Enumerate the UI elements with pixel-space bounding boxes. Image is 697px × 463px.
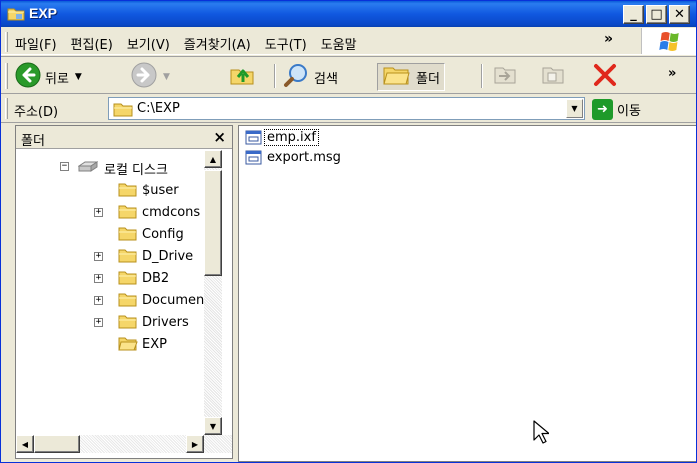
folder-icon — [113, 102, 133, 120]
toolbar-grip[interactable] — [5, 63, 8, 89]
folders-icon — [382, 63, 412, 91]
toolbar-separator — [274, 64, 276, 88]
up-folder-icon — [229, 62, 257, 92]
folder-tree: − 로컬 디스크 $user + cmdcons Config + D_Driv… — [16, 150, 204, 436]
file-name: export.msg — [267, 150, 341, 165]
menu-file[interactable]: 파일(F) — [15, 34, 57, 53]
folders-label: 폴더 — [416, 71, 440, 87]
drive-icon — [77, 158, 99, 178]
address-grip[interactable] — [5, 98, 8, 119]
folder-icon — [118, 182, 137, 201]
mouse-cursor-icon — [533, 420, 550, 447]
menu-bar: 파일(F) 편집(E) 보기(V) 즐겨찾기(A) 도구(T) 도움말 » — [1, 28, 696, 55]
close-button[interactable]: ✕ — [669, 5, 690, 24]
explorer-window: EXP _ □ ✕ 파일(F) 편집(E) 보기(V) 즐겨찾기(A) 도구(T… — [0, 0, 697, 463]
address-bar: 주소(D) C:\EXP ▼ ➜ 이동 — [1, 94, 696, 123]
close-icon[interactable]: × — [213, 128, 226, 146]
copy-to-icon — [539, 62, 567, 92]
minimize-icon: _ — [630, 7, 637, 22]
expand-icon[interactable]: + — [94, 296, 103, 305]
maximize-icon: □ — [650, 7, 663, 22]
move-to-icon — [491, 62, 519, 92]
maximize-button[interactable]: □ — [646, 5, 667, 24]
copy-to-button[interactable] — [539, 63, 567, 91]
menu-favorites[interactable]: 즐겨찾기(A) — [184, 34, 251, 53]
tree-item-label: EXP — [142, 337, 167, 352]
menu-edit[interactable]: 편집(E) — [71, 34, 113, 53]
folders-pane-header: 폴더 × — [16, 126, 232, 149]
tree-item-label: cmdcons — [142, 205, 201, 220]
window-title: EXP — [29, 5, 58, 21]
search-label: 검색 — [314, 71, 338, 87]
folder-icon — [118, 248, 137, 267]
file-list[interactable]: emp.ixf export.msg — [238, 125, 696, 462]
file-item-export-msg[interactable]: export.msg — [245, 148, 343, 167]
go-label: 이동 — [617, 103, 641, 119]
forward-dropdown-icon[interactable]: ▼ — [163, 72, 170, 82]
menu-tools[interactable]: 도구(T) — [265, 34, 307, 53]
search-button[interactable]: 검색 — [283, 63, 338, 91]
go-button[interactable]: ➜ 이동 — [592, 98, 641, 120]
scroll-right-button[interactable]: ▶ — [186, 435, 204, 453]
tree-item-label: Drivers — [142, 315, 189, 330]
file-icon — [245, 130, 262, 145]
folder-icon — [118, 204, 137, 223]
address-dropdown-icon[interactable]: ▼ — [566, 99, 583, 118]
folder-icon — [118, 314, 137, 333]
menu-help[interactable]: 도움말 — [321, 34, 357, 53]
folders-pane-title: 폴더 — [21, 134, 45, 149]
tree-item-label: 로컬 디스크 — [104, 163, 168, 178]
address-path: C:\EXP — [137, 101, 180, 116]
scroll-up-button[interactable]: ▲ — [204, 150, 222, 168]
tree-item-label: D_Drive — [142, 249, 194, 264]
file-name: emp.ixf — [264, 129, 319, 146]
standard-toolbar: 뒤로 ▼ ▼ 검색 폴더 » — [1, 56, 696, 94]
title-bar[interactable]: EXP _ □ ✕ — [1, 1, 696, 27]
tree-item-label: Config — [142, 227, 184, 242]
folder-icon — [118, 226, 137, 245]
move-to-button[interactable] — [491, 63, 519, 91]
forward-button[interactable]: ▼ — [131, 62, 170, 92]
horizontal-scroll-thumb[interactable] — [34, 435, 80, 453]
expand-icon[interactable]: + — [94, 208, 103, 217]
tree-item-label: $user — [142, 183, 179, 198]
address-input[interactable]: C:\EXP ▼ — [108, 97, 585, 120]
close-icon: ✕ — [674, 7, 685, 22]
delete-x-icon — [591, 62, 619, 92]
up-folder-button[interactable] — [229, 63, 257, 91]
folder-icon — [118, 292, 137, 311]
file-item-emp-ixf[interactable]: emp.ixf — [245, 128, 319, 147]
folder-icon — [7, 6, 25, 21]
folders-button[interactable]: 폴더 — [377, 63, 445, 91]
address-label: 주소(D) — [14, 105, 59, 120]
tree-item-label: Documents — [142, 293, 204, 308]
delete-button[interactable] — [591, 63, 619, 91]
vertical-scroll-thumb[interactable] — [204, 170, 222, 276]
file-icon — [245, 150, 262, 165]
collapse-icon[interactable]: − — [60, 162, 69, 171]
back-arrow-icon — [15, 62, 41, 92]
menu-grip[interactable] — [5, 32, 8, 52]
scroll-left-button[interactable]: ◀ — [16, 435, 34, 453]
folder-icon — [118, 270, 137, 289]
expand-icon[interactable]: + — [94, 318, 103, 327]
back-dropdown-icon[interactable]: ▼ — [75, 72, 82, 82]
go-arrow-icon: ➜ — [592, 98, 613, 120]
forward-arrow-icon — [131, 62, 157, 92]
menu-view[interactable]: 보기(V) — [127, 34, 170, 53]
windows-logo — [641, 28, 696, 54]
back-button[interactable]: 뒤로 ▼ — [15, 62, 82, 92]
minimize-button[interactable]: _ — [623, 5, 644, 24]
tree-item-label: DB2 — [142, 271, 170, 286]
expand-icon[interactable]: + — [94, 274, 103, 283]
expand-icon[interactable]: + — [94, 252, 103, 261]
scroll-down-button[interactable]: ▼ — [204, 417, 222, 435]
search-icon — [283, 62, 311, 92]
menu-chevron-icon[interactable]: » — [604, 31, 613, 47]
toolbar-separator — [481, 64, 483, 88]
back-label: 뒤로 — [45, 71, 69, 87]
folders-pane: 폴더 × − 로컬 디스크 $user + cmdcons Config + D… — [15, 125, 233, 459]
open-folder-icon — [118, 336, 138, 355]
toolbar-chevron-icon[interactable]: » — [668, 59, 676, 87]
